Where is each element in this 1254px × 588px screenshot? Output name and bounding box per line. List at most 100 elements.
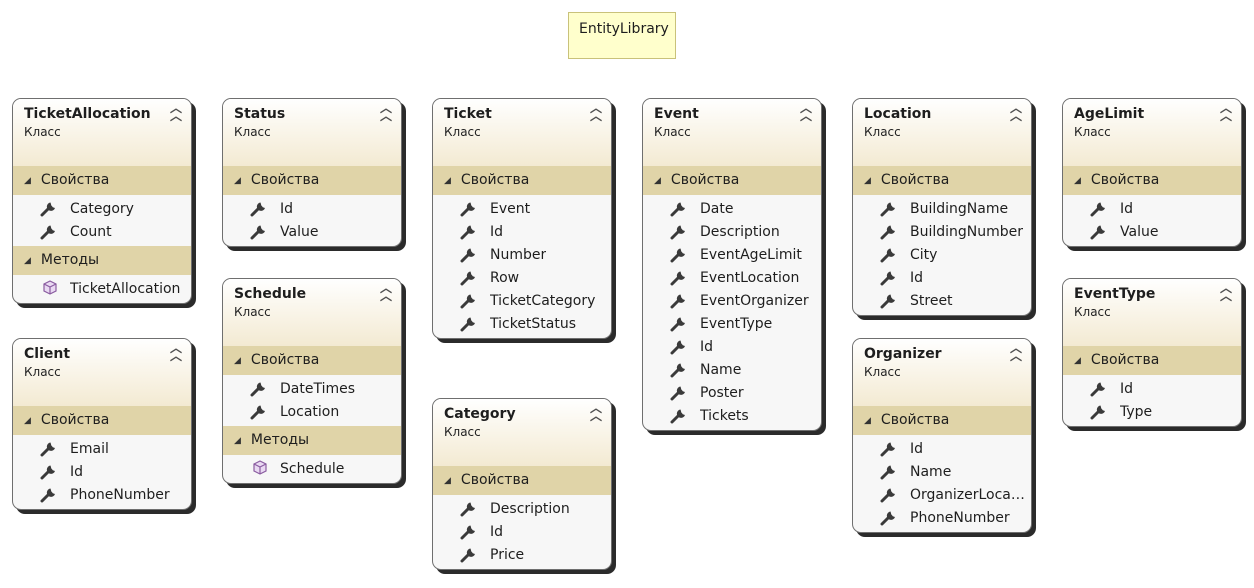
properties-section-header[interactable]: ◢ Свойства (13, 166, 191, 195)
class-box-schedule[interactable]: Schedule Класс ︿ ︿ ◢ Свойства DateTimes Locatio… (222, 278, 402, 484)
wrench-property-icon (880, 439, 900, 457)
property-item[interactable]: Id (13, 461, 191, 484)
property-item[interactable]: Type (1063, 401, 1241, 424)
property-item[interactable]: Name (853, 461, 1031, 484)
collapse-chevron-icon[interactable]: ︿ ︿ (589, 102, 603, 122)
collapse-triangle-icon[interactable]: ◢ (654, 176, 661, 186)
class-box-agelimit[interactable]: AgeLimit Класс ︿ ︿ ◢ Свойства Id Value (1062, 98, 1242, 247)
class-box-ticket[interactable]: Ticket Класс ︿ ︿ ◢ Свойства Event Id Number Row Ti… (432, 98, 612, 339)
property-item[interactable]: DateTimes (223, 378, 401, 401)
collapse-chevron-icon[interactable]: ︿ ︿ (589, 402, 603, 422)
collapse-chevron-icon[interactable]: ︿ ︿ (799, 102, 813, 122)
property-item[interactable]: Category (13, 198, 191, 221)
property-item[interactable]: BuildingNumber (853, 221, 1031, 244)
properties-section-header[interactable]: ◢ Свойства (223, 166, 401, 195)
class-kind-label: Класс (864, 365, 901, 379)
property-item[interactable]: Name (643, 359, 821, 382)
property-name: Email (70, 441, 109, 457)
property-item[interactable]: Description (433, 498, 611, 521)
property-item[interactable]: Row (433, 267, 611, 290)
property-item[interactable]: Count (13, 221, 191, 244)
property-item[interactable]: TicketCategory (433, 290, 611, 313)
diagram-title-note[interactable]: EntityLibrary (568, 12, 676, 59)
methods-section-header[interactable]: ◢ Методы (223, 426, 401, 455)
collapse-chevron-icon[interactable]: ︿ ︿ (379, 102, 393, 122)
collapse-triangle-icon[interactable]: ◢ (24, 416, 31, 426)
property-item[interactable]: Id (853, 267, 1031, 290)
properties-section-header[interactable]: ◢ Свойства (433, 466, 611, 495)
property-item[interactable]: Id (643, 336, 821, 359)
method-item[interactable]: TicketAllocation (13, 278, 191, 301)
collapse-chevron-icon[interactable]: ︿ ︿ (1009, 342, 1023, 362)
property-name: Id (1120, 201, 1134, 217)
wrench-property-icon (460, 499, 480, 517)
property-item[interactable]: Description (643, 221, 821, 244)
property-item[interactable]: Id (433, 221, 611, 244)
collapse-chevron-icon[interactable]: ︿ ︿ (169, 342, 183, 362)
property-item[interactable]: TicketStatus (433, 313, 611, 336)
property-item[interactable]: Street (853, 290, 1031, 313)
property-item[interactable]: EventOrganizer (643, 290, 821, 313)
property-item[interactable]: EventAgeLimit (643, 244, 821, 267)
property-item[interactable]: PhoneNumber (853, 507, 1031, 530)
property-item[interactable]: Event (433, 198, 611, 221)
wrench-property-icon (670, 337, 690, 355)
collapse-triangle-icon[interactable]: ◢ (444, 476, 451, 486)
property-item[interactable]: Value (223, 221, 401, 244)
properties-list: Date Description EventAgeLimit EventLocatio… (643, 195, 821, 430)
collapse-triangle-icon[interactable]: ◢ (864, 176, 871, 186)
collapse-triangle-icon[interactable]: ◢ (234, 436, 241, 446)
wrench-property-icon (250, 222, 270, 240)
property-item[interactable]: Id (853, 438, 1031, 461)
property-item[interactable]: PhoneNumber (13, 484, 191, 507)
class-box-status[interactable]: Status Класс ︿ ︿ ◢ Свойства Id Value (222, 98, 402, 247)
property-item[interactable]: Location (223, 401, 401, 424)
property-item[interactable]: Id (223, 198, 401, 221)
properties-section-header[interactable]: ◢ Свойства (13, 406, 191, 435)
class-box-eventtype[interactable]: EventType Класс ︿ ︿ ◢ Свойства Id Type (1062, 278, 1242, 427)
property-item[interactable]: Price (433, 544, 611, 567)
class-box-event[interactable]: Event Класс ︿ ︿ ◢ Свойства Date Description Even… (642, 98, 822, 431)
properties-section-header[interactable]: ◢ Свойства (433, 166, 611, 195)
collapse-triangle-icon[interactable]: ◢ (24, 256, 31, 266)
property-item[interactable]: Id (1063, 378, 1241, 401)
class-box-location[interactable]: Location Класс ︿ ︿ ◢ Свойства BuildingName Buil… (852, 98, 1032, 316)
collapse-chevron-icon[interactable]: ︿ ︿ (1009, 102, 1023, 122)
properties-section-header[interactable]: ◢ Свойства (223, 346, 401, 375)
collapse-triangle-icon[interactable]: ◢ (24, 176, 31, 186)
collapse-chevron-icon[interactable]: ︿ ︿ (1219, 102, 1233, 122)
collapse-triangle-icon[interactable]: ◢ (1074, 356, 1081, 366)
properties-section-header[interactable]: ◢ Свойства (1063, 166, 1241, 195)
collapse-chevron-icon[interactable]: ︿ ︿ (379, 282, 393, 302)
property-item[interactable]: Id (1063, 198, 1241, 221)
class-box-category[interactable]: Category Класс ︿ ︿ ◢ Свойства Description Id Pri… (432, 398, 612, 570)
properties-section-header[interactable]: ◢ Свойства (853, 166, 1031, 195)
class-box-organizer[interactable]: Organizer Класс ︿ ︿ ◢ Свойства Id Name Organizer… (852, 338, 1032, 533)
property-item[interactable]: Email (13, 438, 191, 461)
class-box-client[interactable]: Client Класс ︿ ︿ ◢ Свойства Email Id PhoneNumber (12, 338, 192, 510)
property-item[interactable]: EventLocation (643, 267, 821, 290)
property-item[interactable]: Date (643, 198, 821, 221)
properties-section-header[interactable]: ◢ Свойства (643, 166, 821, 195)
collapse-triangle-icon[interactable]: ◢ (234, 176, 241, 186)
collapse-triangle-icon[interactable]: ◢ (1074, 176, 1081, 186)
collapse-triangle-icon[interactable]: ◢ (234, 356, 241, 366)
properties-section-header[interactable]: ◢ Свойства (853, 406, 1031, 435)
collapse-triangle-icon[interactable]: ◢ (864, 416, 871, 426)
method-item[interactable]: Schedule (223, 458, 401, 481)
property-item[interactable]: BuildingName (853, 198, 1031, 221)
methods-section-header[interactable]: ◢ Методы (13, 246, 191, 275)
property-item[interactable]: Poster (643, 382, 821, 405)
properties-section-header[interactable]: ◢ Свойства (1063, 346, 1241, 375)
class-box-ticketallocation[interactable]: TicketAllocation Класс ︿ ︿ ◢ Свойства Category… (12, 98, 192, 304)
property-item[interactable]: EventType (643, 313, 821, 336)
property-item[interactable]: Id (433, 521, 611, 544)
property-item[interactable]: Tickets (643, 405, 821, 428)
collapse-chevron-icon[interactable]: ︿ ︿ (1219, 282, 1233, 302)
property-item[interactable]: Value (1063, 221, 1241, 244)
property-item[interactable]: City (853, 244, 1031, 267)
property-item[interactable]: OrganizerLocati… (853, 484, 1031, 507)
collapse-chevron-icon[interactable]: ︿ ︿ (169, 102, 183, 122)
property-item[interactable]: Number (433, 244, 611, 267)
collapse-triangle-icon[interactable]: ◢ (444, 176, 451, 186)
